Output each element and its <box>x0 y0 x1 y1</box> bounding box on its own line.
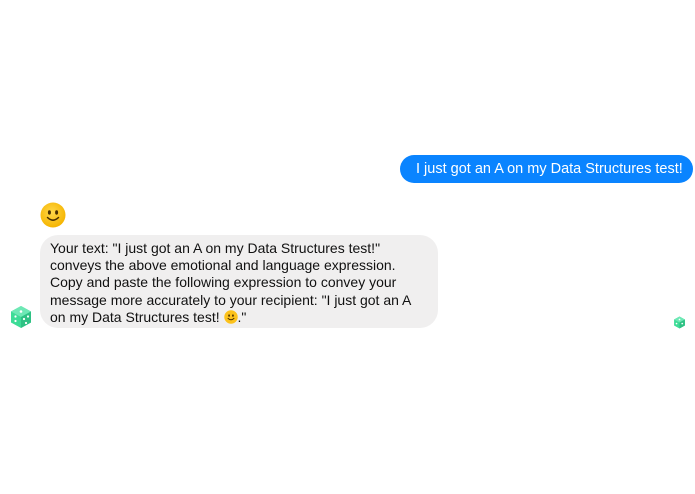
read-receipt-dice-icon <box>674 316 685 329</box>
incoming-message-text-end: ." <box>237 308 247 325</box>
outgoing-message-text: I just got an A on my Data Structures te… <box>416 161 683 177</box>
inline-smiling-face-emoji-icon <box>223 310 238 324</box>
incoming-message-bubble[interactable]: Your text: "I just got an A on my Data S… <box>40 235 438 328</box>
smiling-face-emoji-icon <box>40 202 66 228</box>
outgoing-message-bubble[interactable]: I just got an A on my Data Structures te… <box>400 155 693 183</box>
bot-avatar-dice-icon[interactable] <box>9 305 33 329</box>
